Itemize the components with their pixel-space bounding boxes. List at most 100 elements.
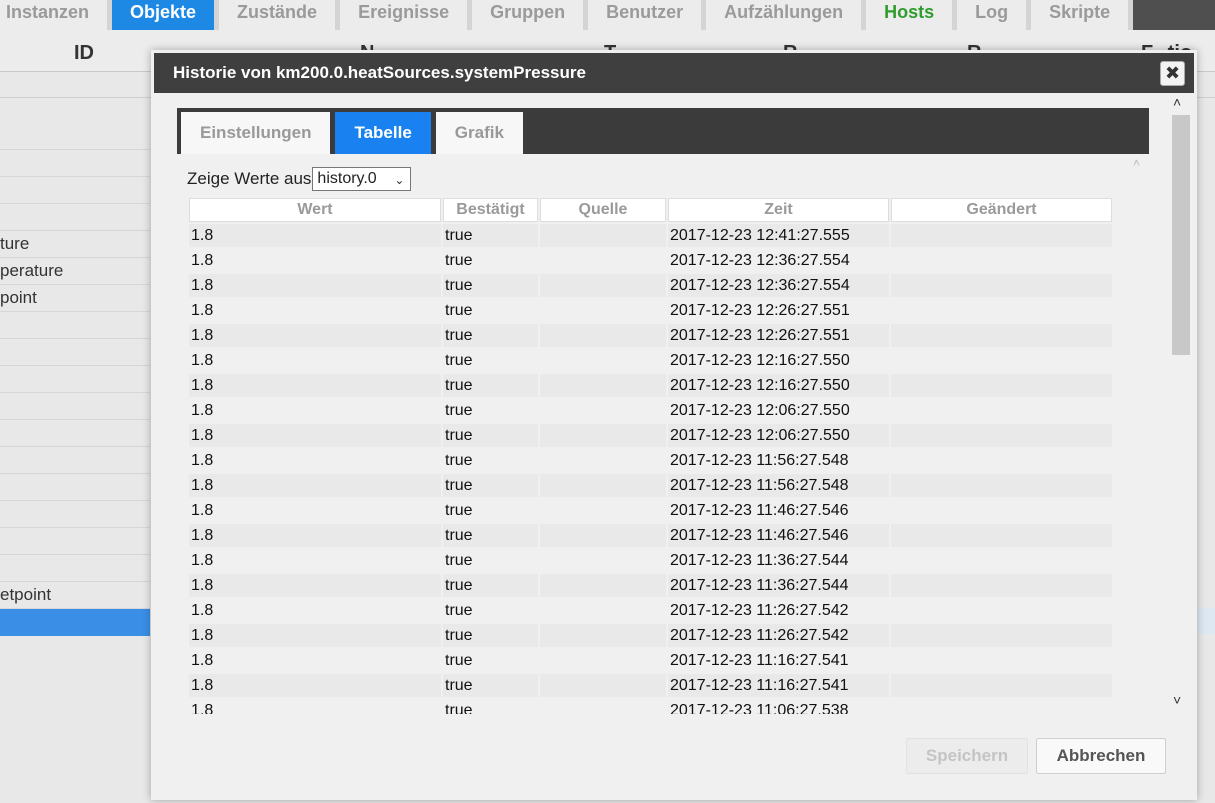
table-row[interactable]: 1.8 true 2017-12-23 11:26:27.542 — [189, 624, 1112, 647]
object-row-selected[interactable] — [0, 609, 150, 636]
table-row[interactable]: 1.8 true 2017-12-23 12:36:27.554 — [189, 249, 1112, 272]
nav-tab-ereignisse[interactable]: Ereignisse — [340, 0, 473, 30]
history-source-selector: Zeige Werte aus history.0 ⌄ — [187, 167, 412, 191]
nav-tab-aufzaehlungen[interactable]: Aufzählungen — [706, 0, 867, 30]
cell-wert: 1.8 — [189, 674, 441, 697]
table-row[interactable]: 1.8 true 2017-12-23 11:16:27.541 — [189, 674, 1112, 697]
cell-zeit: 2017-12-23 11:06:27.538 — [668, 699, 889, 714]
history-source-select[interactable]: history.0 ⌄ — [312, 167, 412, 191]
object-row[interactable] — [0, 312, 150, 339]
column-header-geaendert[interactable]: Geändert — [891, 198, 1112, 222]
object-row[interactable] — [0, 528, 150, 555]
table-row[interactable]: 1.8 true 2017-12-23 12:06:27.550 — [189, 424, 1112, 447]
tab-grafik[interactable]: Grafik — [435, 112, 523, 154]
table-row[interactable]: 1.8 true 2017-12-23 11:46:27.546 — [189, 524, 1112, 547]
cell-quelle — [540, 349, 666, 372]
cell-zeit: 2017-12-23 12:16:27.550 — [668, 349, 889, 372]
table-row[interactable]: 1.8 true 2017-12-23 11:06:27.538 — [189, 699, 1112, 714]
table-row[interactable]: 1.8 true 2017-12-23 11:26:27.542 — [189, 599, 1112, 622]
cell-wert: 1.8 — [189, 474, 441, 497]
cell-wert: 1.8 — [189, 549, 441, 572]
nav-tab-log[interactable]: Log — [957, 0, 1032, 30]
history-dialog: Historie von km200.0.heatSources.systemP… — [151, 50, 1197, 800]
cell-geaendert — [891, 224, 1112, 247]
cell-wert: 1.8 — [189, 299, 441, 322]
object-row[interactable] — [0, 447, 150, 474]
history-table-panel[interactable]: ˄ Zeige Werte aus history.0 ⌄ Wert Bestät… — [177, 154, 1149, 714]
column-header-bestaetigt[interactable]: Bestätigt — [443, 198, 538, 222]
scroll-down-icon[interactable]: ˅ — [1173, 692, 1181, 708]
table-row[interactable]: 1.8 true 2017-12-23 12:26:27.551 — [189, 324, 1112, 347]
object-row[interactable] — [0, 474, 150, 501]
object-row[interactable]: etpoint — [0, 582, 150, 609]
object-row[interactable] — [0, 420, 150, 447]
cell-quelle — [540, 224, 666, 247]
object-row[interactable] — [0, 501, 150, 528]
tab-tabelle[interactable]: Tabelle — [335, 112, 431, 154]
close-icon[interactable]: ✖ — [1160, 61, 1185, 86]
column-header-wert[interactable]: Wert — [189, 198, 441, 222]
dialog-scrollbar-thumb[interactable] — [1172, 115, 1190, 355]
cell-bestaetigt: true — [443, 474, 538, 497]
object-row[interactable] — [0, 555, 150, 582]
cell-zeit: 2017-12-23 11:56:27.548 — [668, 449, 889, 472]
table-row[interactable]: 1.8 true 2017-12-23 11:46:27.546 — [189, 499, 1112, 522]
table-row[interactable]: 1.8 true 2017-12-23 11:56:27.548 — [189, 449, 1112, 472]
object-row[interactable]: ture — [0, 231, 150, 258]
nav-tab-gruppen[interactable]: Gruppen — [472, 0, 589, 30]
cell-geaendert — [891, 399, 1112, 422]
panel-scroll-up-icon[interactable]: ˄ — [1133, 156, 1140, 170]
column-header-id[interactable]: ID — [74, 42, 94, 65]
table-row[interactable]: 1.8 true 2017-12-23 11:16:27.541 — [189, 649, 1112, 672]
object-row[interactable] — [0, 150, 150, 177]
table-row[interactable]: 1.8 true 2017-12-23 12:16:27.550 — [189, 349, 1112, 372]
cell-wert: 1.8 — [189, 349, 441, 372]
table-row[interactable]: 1.8 true 2017-12-23 12:36:27.554 — [189, 274, 1112, 297]
cell-quelle — [540, 449, 666, 472]
table-row[interactable]: 1.8 true 2017-12-23 11:36:27.544 — [189, 549, 1112, 572]
cell-zeit: 2017-12-23 12:41:27.555 — [668, 224, 889, 247]
scroll-up-icon[interactable]: ˄ — [1173, 94, 1181, 110]
cell-geaendert — [891, 274, 1112, 297]
cell-bestaetigt: true — [443, 674, 538, 697]
cell-zeit: 2017-12-23 11:36:27.544 — [668, 549, 889, 572]
cell-zeit: 2017-12-23 11:46:27.546 — [668, 499, 889, 522]
nav-tab-instanzen[interactable]: Instanzen — [0, 0, 113, 30]
object-row[interactable]: perature — [0, 258, 150, 285]
table-row[interactable]: 1.8 true 2017-12-23 11:56:27.548 — [189, 474, 1112, 497]
cell-quelle — [540, 399, 666, 422]
object-row[interactable] — [0, 177, 150, 204]
nav-tab-skripte[interactable]: Skripte — [1031, 0, 1134, 30]
nav-tab-hosts[interactable]: Hosts — [866, 0, 958, 30]
tab-einstellungen[interactable]: Einstellungen — [181, 112, 331, 154]
column-header-quelle[interactable]: Quelle — [540, 198, 666, 222]
cell-quelle — [540, 374, 666, 397]
cell-geaendert — [891, 424, 1112, 447]
object-row[interactable] — [0, 204, 150, 231]
cell-geaendert — [891, 449, 1112, 472]
cell-wert: 1.8 — [189, 374, 441, 397]
table-row[interactable]: 1.8 true 2017-12-23 12:26:27.551 — [189, 299, 1112, 322]
object-row[interactable] — [0, 366, 150, 393]
cell-zeit: 2017-12-23 11:26:27.542 — [668, 599, 889, 622]
cell-geaendert — [891, 249, 1112, 272]
cell-quelle — [540, 599, 666, 622]
cell-bestaetigt: true — [443, 599, 538, 622]
cancel-button[interactable]: Abbrechen — [1036, 738, 1166, 774]
table-row[interactable]: 1.8 true 2017-12-23 12:06:27.550 — [189, 399, 1112, 422]
table-row[interactable]: 1.8 true 2017-12-23 12:41:27.555 — [189, 224, 1112, 247]
table-row[interactable]: 1.8 true 2017-12-23 12:16:27.550 — [189, 374, 1112, 397]
cell-bestaetigt: true — [443, 299, 538, 322]
nav-tab-benutzer[interactable]: Benutzer — [588, 0, 707, 30]
column-header-zeit[interactable]: Zeit — [668, 198, 889, 222]
save-button[interactable]: Speichern — [906, 738, 1028, 774]
object-row[interactable] — [0, 339, 150, 366]
nav-tab-zustaende[interactable]: Zustände — [219, 0, 341, 30]
object-row[interactable] — [0, 123, 150, 150]
object-row[interactable] — [0, 393, 150, 420]
object-row[interactable]: point — [0, 285, 150, 312]
cell-quelle — [540, 424, 666, 447]
table-row[interactable]: 1.8 true 2017-12-23 11:36:27.544 — [189, 574, 1112, 597]
cell-quelle — [540, 574, 666, 597]
nav-tab-objekte[interactable]: Objekte — [112, 0, 220, 30]
